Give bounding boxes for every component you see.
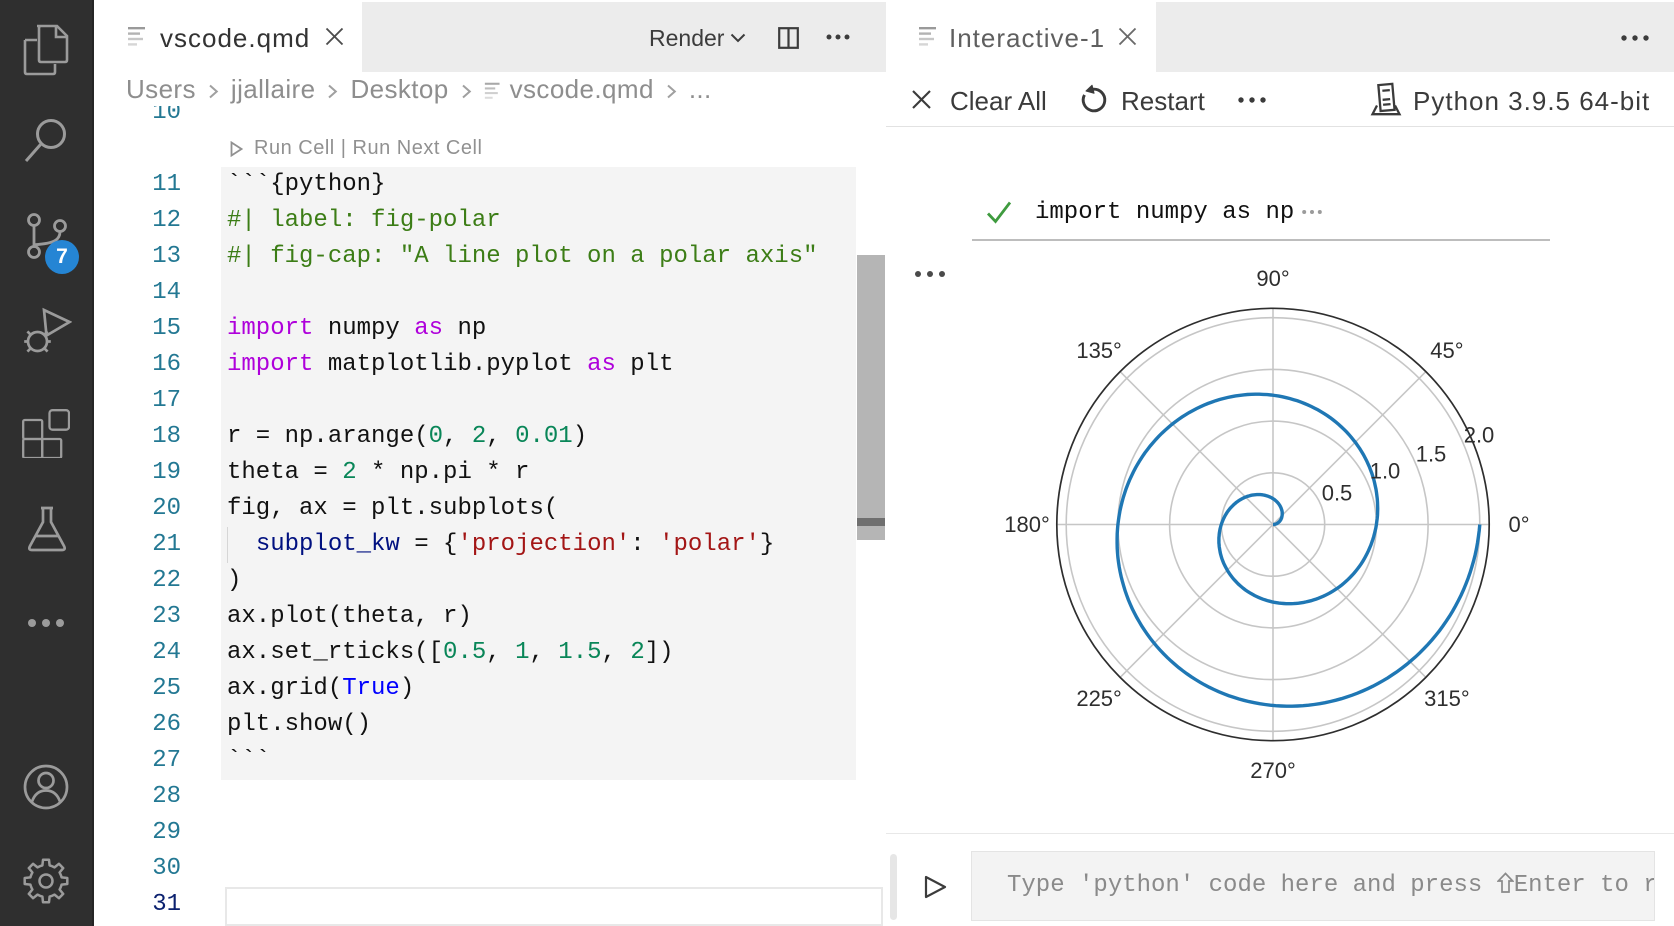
svg-text:1.5: 1.5 bbox=[1416, 442, 1447, 467]
svg-text:45°: 45° bbox=[1430, 338, 1463, 363]
svg-text:315°: 315° bbox=[1424, 686, 1470, 711]
svg-text:2.0: 2.0 bbox=[1464, 423, 1495, 448]
svg-text:270°: 270° bbox=[1250, 758, 1296, 783]
svg-text:0.5: 0.5 bbox=[1322, 481, 1353, 506]
svg-text:180°: 180° bbox=[1004, 512, 1050, 537]
svg-text:90°: 90° bbox=[1256, 266, 1289, 291]
svg-text:135°: 135° bbox=[1076, 338, 1122, 363]
svg-text:0°: 0° bbox=[1508, 512, 1529, 537]
svg-text:1.0: 1.0 bbox=[1370, 459, 1401, 484]
svg-text:225°: 225° bbox=[1076, 686, 1122, 711]
